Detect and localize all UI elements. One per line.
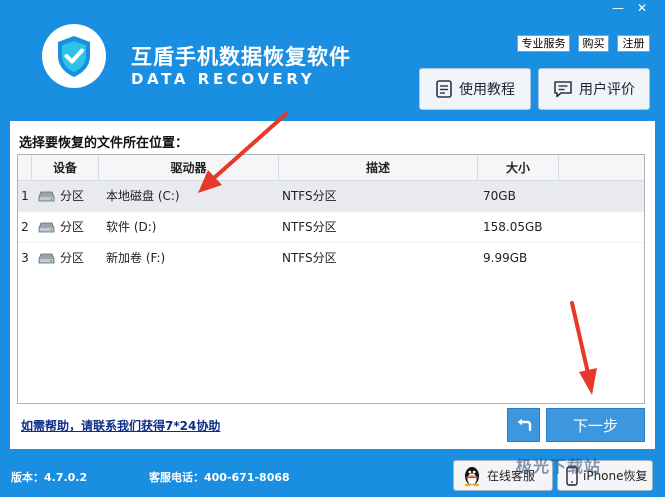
watermark: 极光下载站: [516, 457, 602, 476]
location-prompt: 选择要恢复的文件所在位置：: [19, 136, 189, 151]
minimize-button[interactable]: —: [606, 0, 630, 18]
close-button[interactable]: ✕: [630, 0, 654, 18]
description-cell: NTFS分区: [282, 251, 337, 265]
tutorial-label: 使用教程: [459, 82, 515, 98]
size-cell: 70GB: [483, 189, 516, 203]
register-link[interactable]: 注册: [617, 35, 650, 52]
app-title: 互盾手机数据恢复软件: [131, 45, 351, 69]
drive-cell: 新加卷 (F:): [106, 251, 166, 265]
app-subtitle: DATA RECOVERY: [131, 70, 316, 88]
comment-icon: [554, 81, 572, 98]
back-button[interactable]: [507, 408, 540, 442]
table-row[interactable]: 2 分区 软件 (D:) NTFS分区 158.05GB: [18, 212, 644, 242]
device-cell: 分区: [32, 243, 99, 273]
header-drive[interactable]: 驱动器: [99, 155, 279, 181]
help-link[interactable]: 如需帮助，请联系我们获得7*24协助: [21, 417, 220, 434]
device-cell: 分区: [32, 212, 99, 242]
tutorial-button[interactable]: 使用教程: [419, 68, 531, 110]
user-review-button[interactable]: 用户评价: [538, 68, 650, 110]
qq-penguin-icon: [464, 466, 480, 486]
size-cell: 9.99GB: [483, 251, 528, 265]
professional-service-link[interactable]: 专业服务: [517, 35, 570, 52]
header-device[interactable]: 设备: [32, 155, 99, 181]
row-index: 2: [21, 220, 29, 234]
support-phone-text: 客服电话：400-671-8068: [149, 471, 290, 484]
drive-cell: 软件 (D:): [106, 220, 157, 234]
next-step-label: 下一步: [572, 416, 618, 435]
header-size[interactable]: 大小: [478, 155, 559, 181]
table-row[interactable]: 1 分区 本地磁盘 (C:) NTFS分区 70GB: [18, 181, 644, 211]
device-label: 分区: [60, 220, 85, 234]
hard-drive-icon: [38, 191, 55, 201]
user-review-label: 用户评价: [579, 82, 635, 98]
app-window: — ✕ 互盾手机数据恢复软件 DATA RECOVERY 专业服务 购买 注册 …: [0, 0, 665, 497]
device-cell: 分区: [32, 181, 99, 211]
header-index: [18, 155, 32, 181]
row-index: 1: [21, 189, 29, 203]
next-step-button[interactable]: 下一步: [546, 408, 645, 442]
description-cell: NTFS分区: [282, 220, 337, 234]
buy-link[interactable]: 购买: [578, 35, 609, 52]
main-panel: 选择要恢复的文件所在位置： 设备 驱动器 描述 大小 1 分区 本地磁盘 (C:…: [10, 121, 655, 449]
return-arrow-icon: [517, 418, 531, 432]
hard-drive-icon: [38, 253, 55, 263]
shield-check-icon: [42, 24, 106, 88]
table-header: 设备 驱动器 描述 大小: [18, 155, 644, 181]
header-description[interactable]: 描述: [279, 155, 478, 181]
hard-drive-icon: [38, 222, 55, 232]
table-row[interactable]: 3 分区 新加卷 (F:) NTFS分区 9.99GB: [18, 243, 644, 273]
size-cell: 158.05GB: [483, 220, 543, 234]
document-icon: [436, 80, 452, 98]
device-label: 分区: [60, 251, 85, 265]
drive-cell: 本地磁盘 (C:): [106, 189, 180, 203]
version-text: 版本：4.7.0.2: [11, 471, 88, 484]
drive-table: 设备 驱动器 描述 大小 1 分区 本地磁盘 (C:) NTFS分区 70GB: [17, 154, 645, 404]
row-index: 3: [21, 251, 29, 265]
description-cell: NTFS分区: [282, 189, 337, 203]
device-label: 分区: [60, 189, 85, 203]
